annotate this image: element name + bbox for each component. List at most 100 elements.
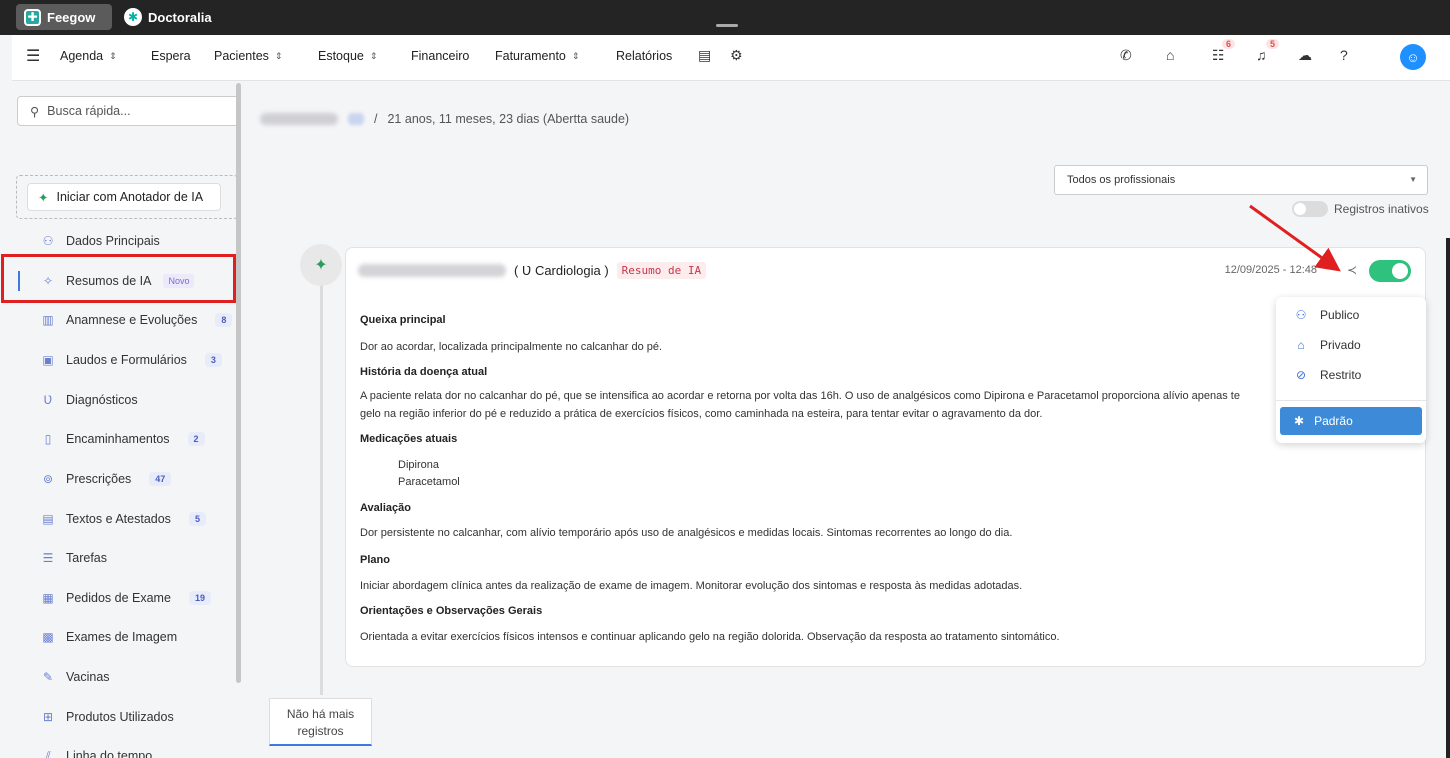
sidebar-item-linha-tempo[interactable]: ⫽ Linha do tempo (12, 738, 240, 758)
database-icon[interactable]: ▤ (698, 47, 711, 64)
annotation-arrow (1249, 204, 1341, 272)
chevron-updown-icon: ⇕ (571, 50, 580, 61)
sidebar-item-label: Encaminhamentos (66, 432, 170, 446)
timeline-icon: ⫽ (45, 748, 51, 758)
patient-name-redacted (260, 113, 338, 125)
asterisk-icon: ✱ (1294, 414, 1305, 428)
count-badge: 3 (204, 353, 222, 367)
professional-select[interactable]: Todos os profissionais ▼ (1054, 165, 1428, 195)
user-icon: ⚇ (42, 234, 54, 248)
chart-icon: ▥ (42, 313, 54, 327)
tasks-badge: 6 (1222, 39, 1236, 49)
section-text: Dor persistente no calcanhar, com alívio… (360, 527, 1013, 539)
notifications-badge: 5 (1266, 39, 1280, 49)
sidebar-item-vacinas[interactable]: ✎ Vacinas (12, 659, 240, 695)
professional-select-value: Todos os profissionais (1067, 174, 1176, 186)
inbox-icon[interactable]: ⌂ (1166, 47, 1174, 63)
nav-label: Faturamento (495, 49, 566, 63)
nav-espera[interactable]: Espera (151, 49, 191, 63)
sidebar-item-label: Diagnósticos (66, 393, 138, 407)
app-tab-feegow[interactable]: ✚ Feegow (16, 4, 112, 30)
help-icon[interactable]: ? (1340, 47, 1348, 63)
app-tab-doctoralia[interactable]: ✱ Doctoralia (116, 4, 220, 30)
nav-estoque[interactable]: Estoque ⇕ (318, 49, 377, 63)
sidebar-item-label: Prescrições (66, 472, 132, 486)
sidebar-item-label: Tarefas (66, 551, 107, 565)
image-icon: ▩ (42, 630, 54, 644)
option-label: Publico (1320, 308, 1360, 322)
sidebar-item-label: Anamnese e Evoluções (66, 313, 198, 327)
lock-icon: ⌂ (1297, 338, 1305, 352)
sidebar-item-label: Pedidos de Exame (66, 591, 171, 605)
medication-item: Paracetamol (398, 476, 460, 488)
search-icon: ⚲ (30, 104, 40, 119)
sidebar-item-label: Dados Principais (66, 234, 160, 248)
stethoscope-icon: Ʋ (43, 393, 53, 407)
section-text: Dor ao acordar, localizada principalment… (360, 341, 663, 353)
chevron-updown-icon: ⇕ (369, 50, 378, 61)
hamburger-menu-icon[interactable]: ☰ (26, 46, 40, 66)
drag-handle[interactable] (716, 24, 738, 27)
section-title: Medicações atuais (360, 433, 458, 445)
sidebar-item-anamnese[interactable]: ▥ Anamnese e Evoluções 8 (12, 302, 240, 338)
record-specialty: ( Ʋ Cardiologia ) (514, 263, 609, 278)
count-badge: 47 (149, 472, 172, 486)
nav-agenda[interactable]: Agenda ⇕ (60, 49, 117, 63)
visibility-toggle[interactable] (1369, 260, 1411, 282)
start-ai-annotator-button[interactable]: ✦ Iniciar com Anotador de IA (27, 183, 221, 211)
sidebar-item-exames-imagem[interactable]: ▩ Exames de Imagem (12, 619, 240, 655)
chevron-updown-icon: ⇕ (109, 50, 117, 61)
document-icon: ▯ (44, 432, 52, 446)
section-text: A paciente relata dor no calcanhar do pé… (360, 390, 1240, 402)
window-edge (1446, 238, 1450, 758)
ai-button-label: Iniciar com Anotador de IA (56, 190, 204, 204)
visibility-option-padrao[interactable]: ✱ Padrão (1280, 407, 1422, 435)
box-icon: ⊞ (42, 710, 54, 724)
chat-icon[interactable]: ☁ (1298, 47, 1312, 64)
record-card: ( Ʋ Cardiologia ) Resumo de IA 12/09/202… (345, 247, 1426, 667)
sidebar-item-tarefas[interactable]: ☰ Tarefas (12, 540, 240, 576)
nav-label: Financeiro (411, 49, 470, 63)
gear-icon[interactable]: ⚙ (730, 47, 743, 64)
patient-header: / 21 anos, 11 meses, 23 dias (Abertta sa… (260, 112, 629, 126)
visibility-dropdown: ⚇ Publico ⌂ Privado ⊘ Restrito ✱ Padrão (1276, 297, 1426, 443)
ai-sparkle-icon: ✦ (300, 244, 342, 286)
sidebar-item-laudos[interactable]: ▣ Laudos e Formulários 3 (12, 342, 240, 378)
section-text: Iniciar abordagem clínica antes da reali… (360, 580, 1023, 592)
main-navbar: ☰ Agenda ⇕ Espera Pacientes ⇕ Estoque ⇕ Fin… (12, 35, 1450, 81)
count-badge: 5 (188, 512, 206, 526)
sidebar-item-label: Produtos Utilizados (66, 710, 174, 724)
visibility-option-restrito[interactable]: ⊘ Restrito (1294, 368, 1361, 382)
tasks-icon[interactable]: ☷ (1212, 47, 1225, 64)
user-avatar-icon[interactable]: ☺ (1400, 44, 1426, 70)
nav-label: Relatórios (616, 49, 673, 63)
syringe-icon: ✎ (42, 670, 54, 684)
chevron-down-icon: ▼ (1409, 175, 1417, 184)
nav-relatorios[interactable]: Relatórios (616, 49, 672, 63)
nav-pacientes[interactable]: Pacientes ⇕ (214, 49, 282, 63)
sidebar-item-label: Linha do tempo (66, 749, 153, 758)
sidebar-item-pedidos-exame[interactable]: ▦ Pedidos de Exame 19 (12, 580, 240, 616)
chevron-updown-icon: ⇕ (274, 50, 283, 61)
sidebar-item-textos[interactable]: ▤ Textos e Atestados 5 (12, 501, 240, 537)
patient-age: 21 anos, 11 meses, 23 dias (Abertta saud… (387, 112, 630, 126)
sidebar-item-encaminhamentos[interactable]: ▯ Encaminhamentos 2 (12, 421, 240, 457)
section-title: História da doença atual (360, 366, 488, 378)
sidebar-item-produtos[interactable]: ⊞ Produtos Utilizados (12, 699, 240, 735)
nav-financeiro[interactable]: Financeiro (411, 49, 469, 63)
option-label: Privado (1320, 338, 1361, 352)
sidebar-item-prescricoes[interactable]: ⊚ Prescrições 47 (12, 461, 240, 497)
bell-icon[interactable]: ♫ (1256, 47, 1267, 63)
visibility-option-privado[interactable]: ⌂ Privado (1294, 338, 1361, 352)
phone-icon[interactable]: ✆ (1120, 47, 1132, 64)
sidebar-item-diagnosticos[interactable]: Ʋ Diagnósticos (12, 382, 240, 418)
pills-icon: ⊚ (42, 472, 54, 486)
doctor-name-redacted (358, 264, 506, 277)
nav-faturamento[interactable]: Faturamento ⇕ (495, 49, 579, 63)
visibility-option-publico[interactable]: ⚇ Publico (1294, 308, 1360, 322)
count-badge: 2 (187, 432, 205, 446)
search-input[interactable]: ⚲ Busca rápida... (17, 96, 239, 126)
app-switcher-bar: ✚ Feegow ✱ Doctoralia (0, 0, 1450, 35)
patient-separator: / (374, 112, 378, 126)
sidebar-scrollbar[interactable] (236, 83, 241, 683)
